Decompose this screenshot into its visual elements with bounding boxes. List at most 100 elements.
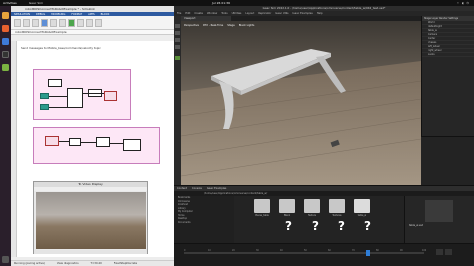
step-back-button[interactable] xyxy=(59,18,66,27)
tab-modeling[interactable]: MODELING xyxy=(51,13,65,16)
timeline-tick: 30 xyxy=(256,249,259,252)
render-mode[interactable]: RTX - Real-Time xyxy=(203,24,223,29)
data-inspector-button[interactable] xyxy=(95,18,102,27)
stop-button[interactable] xyxy=(86,18,93,27)
signal-line xyxy=(81,142,96,143)
rotate-tool-icon[interactable] xyxy=(175,38,180,42)
asset-label: Pieces_table xyxy=(255,214,269,217)
viewport-toolbar: Perspective RTX - Real-Time Stage Black … xyxy=(184,24,254,29)
timeline-tick: 50 xyxy=(304,249,307,252)
menu-window[interactable]: Window xyxy=(207,12,217,15)
folder-icon[interactable] xyxy=(329,199,345,213)
unknown-thumbnail-icon[interactable]: ? xyxy=(338,219,345,233)
breadcrumb-model[interactable]: robotROSConnectToRobotExample xyxy=(15,30,67,34)
play-icon[interactable] xyxy=(175,56,180,60)
lights-toggle[interactable]: Black Lights xyxy=(239,24,255,29)
property-panel xyxy=(421,136,474,185)
asset-label: Textures xyxy=(332,214,342,217)
isaac-left-toolbar xyxy=(174,16,181,185)
image-processing-block[interactable] xyxy=(96,137,110,147)
matlab-icon[interactable] xyxy=(2,38,9,45)
run-button[interactable] xyxy=(68,18,75,27)
camera-perspective[interactable]: Perspective xyxy=(184,24,199,29)
firefox-icon[interactable] xyxy=(2,25,9,32)
system-tray-icons[interactable]: ⚬ ◖ ⏻ xyxy=(457,1,470,5)
timeline-tick: 60 xyxy=(328,249,331,252)
simulink-toolstrip xyxy=(11,16,174,30)
unknown-thumbnail-icon[interactable]: ? xyxy=(364,219,371,233)
view-diagnostics-link[interactable]: View diagnostics xyxy=(57,262,79,265)
signal-line xyxy=(49,96,67,97)
timeline[interactable]: 0 10 20 30 40 50 60 70 80 90 100 xyxy=(174,243,474,266)
menu-layout[interactable]: Layout xyxy=(245,12,254,15)
stage-row[interactable]: Looks xyxy=(422,53,474,57)
folder-item[interactable]: Documents xyxy=(174,221,234,225)
open-button[interactable] xyxy=(23,18,30,27)
save-button[interactable] xyxy=(32,18,39,27)
menu-isaac-utils[interactable]: Isaac Utils xyxy=(275,12,288,15)
timeline-tick: 10 xyxy=(208,249,211,252)
menu-help[interactable]: Help xyxy=(317,12,323,15)
bus-assignment-block[interactable] xyxy=(67,88,83,108)
unknown-thumbnail-icon[interactable]: ? xyxy=(285,219,292,233)
asset-thumbnail[interactable] xyxy=(279,199,295,213)
select-tool-icon[interactable] xyxy=(175,24,180,28)
step-forward-button[interactable] xyxy=(77,18,84,27)
tab-apps[interactable]: APPS xyxy=(88,13,95,16)
isaac-sim-window: Isaac Sim 2022.1.0 - /home/user/Applicat… xyxy=(174,6,474,266)
move-tool-icon[interactable] xyxy=(175,31,180,35)
scale-tool-icon[interactable] xyxy=(175,45,180,49)
menu-file[interactable]: File xyxy=(177,12,181,15)
timeline-tick: 100 xyxy=(422,249,427,252)
detail-filename: table_w.usd xyxy=(409,224,424,227)
simulink-status-bar: Running (pacing active) View diagnostics… xyxy=(11,260,174,266)
menu-tools[interactable]: Tools xyxy=(221,12,227,15)
folder-icon[interactable] xyxy=(304,199,320,213)
ros-subscribe-block[interactable] xyxy=(45,136,59,146)
active-app-name[interactable]: Isaac Sim xyxy=(29,1,43,5)
usd-file-icon[interactable] xyxy=(354,199,370,213)
asset-label: Texture xyxy=(307,214,316,217)
asset-label: table_w xyxy=(357,214,367,217)
menu-create[interactable]: Create xyxy=(194,12,203,15)
unknown-thumbnail-icon[interactable]: ? xyxy=(312,219,319,233)
model-description: Send messages to Mobile_base/commands/ve… xyxy=(21,46,101,50)
viewport-3d[interactable] xyxy=(181,21,421,185)
video-menu-bar xyxy=(34,187,147,191)
stage-toggle[interactable]: Stage xyxy=(227,24,235,29)
to-video-display-block[interactable] xyxy=(123,139,141,151)
timeline-track[interactable] xyxy=(184,252,424,254)
timeline-tick: 40 xyxy=(280,249,283,252)
ros-publish-block[interactable] xyxy=(104,91,117,101)
isaac-sim-icon[interactable] xyxy=(2,64,9,71)
library-browser-button[interactable] xyxy=(41,18,48,27)
tab-simulation[interactable]: SIMULATION xyxy=(14,13,30,16)
timeline-tick: 0 xyxy=(184,249,186,252)
activities-button[interactable]: Activities xyxy=(3,1,17,5)
show-apps-icon[interactable] xyxy=(2,256,9,263)
file-preview xyxy=(425,200,453,222)
blank-message-block[interactable] xyxy=(48,79,62,87)
linear-velocity-block[interactable] xyxy=(40,93,49,99)
log-signals-button[interactable] xyxy=(50,18,57,27)
new-button[interactable] xyxy=(14,18,21,27)
files-icon[interactable] xyxy=(2,12,9,19)
signal-line xyxy=(83,93,104,94)
system-clock[interactable]: Jul 26 01:36 xyxy=(212,1,230,5)
angular-velocity-block[interactable] xyxy=(40,104,49,110)
asset-label: Blank xyxy=(283,214,291,217)
tab-block[interactable]: BLOCK xyxy=(101,13,110,16)
timeline-playhead[interactable] xyxy=(366,250,370,256)
tab-debug[interactable]: DEBUG xyxy=(36,13,45,16)
play-button[interactable] xyxy=(436,249,443,255)
viewport-scene xyxy=(181,21,421,185)
menu-replicator[interactable]: Replicator xyxy=(258,12,271,15)
asset-thumbnail[interactable] xyxy=(254,199,270,213)
menu-edit[interactable]: Edit xyxy=(185,12,190,15)
terminal-icon[interactable] xyxy=(2,51,9,58)
menu-isaac-examples[interactable]: Isaac Examples xyxy=(293,12,313,15)
stop-button[interactable] xyxy=(445,249,452,255)
tab-format[interactable]: FORMAT xyxy=(71,13,82,16)
menu-utilities[interactable]: Utilities xyxy=(232,12,242,15)
read-image-block[interactable] xyxy=(69,138,81,146)
